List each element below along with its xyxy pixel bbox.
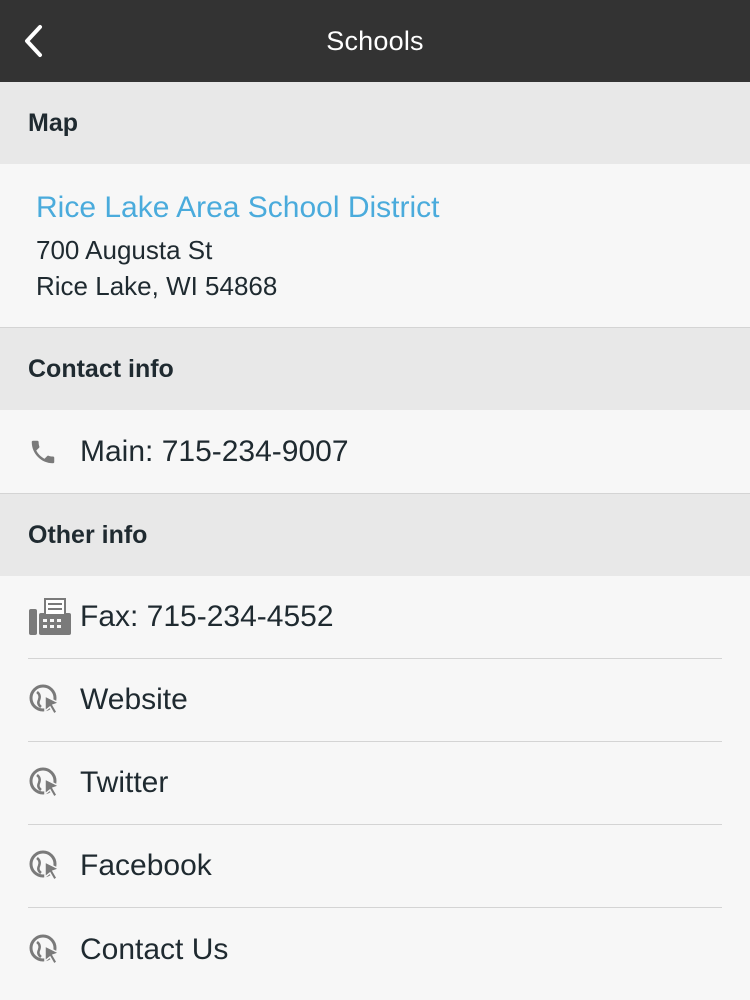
phone-icon (28, 430, 72, 474)
other-twitter[interactable]: Twitter (28, 742, 722, 825)
other-contact-us-label: Contact Us (80, 932, 229, 966)
other-website-label: Website (80, 683, 188, 716)
other-twitter-label: Twitter (80, 766, 169, 799)
fax-icon (28, 595, 72, 639)
page-title: Schools (326, 25, 424, 56)
section-header-map: Map (0, 82, 750, 164)
nav-bar: Schools (0, 0, 750, 82)
address-line-1: 700 Augusta St (36, 235, 213, 265)
globe-cursor-icon (28, 678, 72, 722)
other-fax-label: Fax: 715-234-4552 (80, 600, 334, 633)
contact-main-phone[interactable]: Main: 715-234-9007 (28, 410, 722, 493)
other-info-list: Fax: 715-234-4552 Website Twitter Facebo… (0, 576, 750, 991)
address-line-2: Rice Lake, WI 54868 (36, 271, 278, 301)
other-contact-us[interactable]: Contact Us (28, 908, 722, 991)
section-header-other: Other info (0, 494, 750, 576)
other-facebook[interactable]: Facebook (28, 825, 722, 908)
contact-main-label: Main: 715-234-9007 (80, 434, 349, 468)
other-website[interactable]: Website (28, 659, 722, 742)
back-button[interactable] (8, 16, 58, 66)
globe-cursor-icon (28, 844, 72, 888)
address-block: Rice Lake Area School District 700 Augus… (0, 164, 750, 328)
section-header-contact: Contact info (0, 328, 750, 410)
globe-cursor-icon (28, 928, 72, 972)
globe-cursor-icon (28, 761, 72, 805)
district-name-link[interactable]: Rice Lake Area School District (36, 188, 714, 228)
other-fax[interactable]: Fax: 715-234-4552 (28, 576, 722, 659)
chevron-left-icon (25, 25, 42, 57)
other-facebook-label: Facebook (80, 849, 212, 882)
contact-list: Main: 715-234-9007 (0, 410, 750, 494)
